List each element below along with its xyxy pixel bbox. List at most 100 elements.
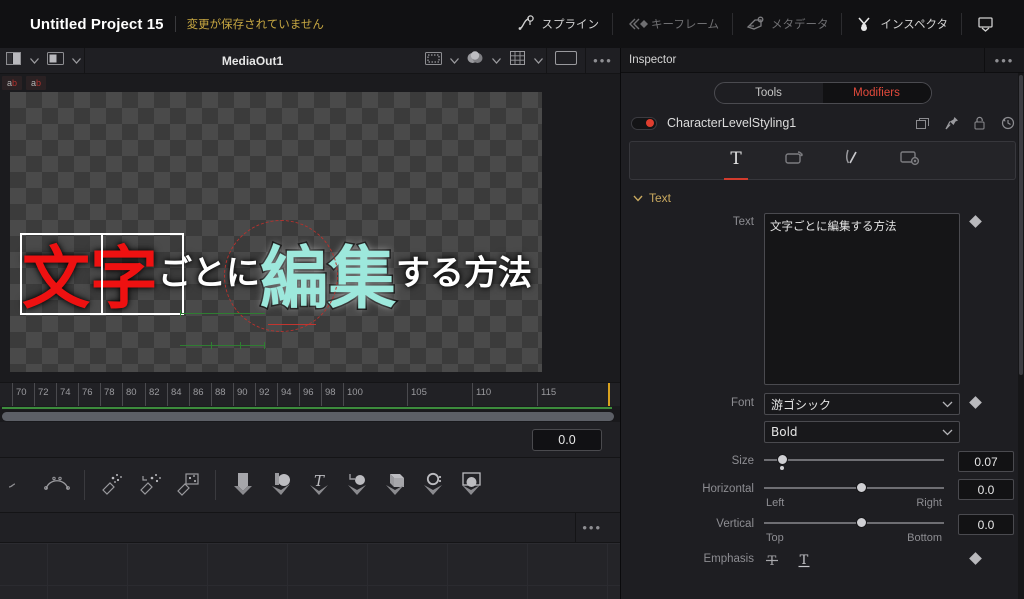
topbar-label-spline: スプライン — [541, 19, 600, 31]
split-view-button[interactable] — [0, 48, 26, 74]
roi-button[interactable] — [420, 48, 446, 74]
size-row: Size 0.07 — [621, 451, 1024, 472]
toolstrip-text3d-button[interactable]: T — [300, 462, 338, 508]
ruler-tick: 86 — [189, 383, 204, 406]
text-input[interactable]: 文字ごとに編集する方法 — [764, 213, 960, 385]
inspector-scrollbar-thumb[interactable] — [1019, 75, 1023, 375]
horizontal-label: Horizontal — [702, 483, 754, 495]
toolstrip-renderer3d-button[interactable] — [452, 462, 490, 508]
tab-tools[interactable]: Tools — [715, 83, 823, 103]
roi-dropdown[interactable] — [446, 48, 462, 74]
topbar-button-inspector[interactable]: インスペクタ — [842, 8, 961, 40]
inspector-more-options-button[interactable]: ••• — [984, 47, 1024, 73]
vertical-row: Vertical Top Bottom 0.0 — [621, 514, 1024, 544]
text-field-row: Text 文字ごとに編集する方法 — [621, 213, 1024, 385]
horizontal-slider-col: Left Right — [764, 480, 944, 509]
shading-tab-button[interactable] — [835, 142, 869, 180]
timeline-horizontal-scrollbar[interactable] — [0, 410, 620, 422]
font-keyframe-diamond[interactable] — [969, 396, 982, 409]
size-slider-track — [764, 459, 944, 461]
toolstrip-arch-button[interactable] — [38, 462, 76, 508]
vertical-value-field[interactable]: 0.0 — [958, 514, 1014, 535]
grid-button[interactable] — [504, 48, 530, 74]
size-value-field[interactable]: 0.07 — [958, 451, 1014, 472]
center-crosshair — [268, 324, 316, 325]
underline-icon[interactable]: T — [796, 552, 812, 568]
toolstrip-particle-emitter-button[interactable] — [93, 462, 131, 508]
viewer-chip-a[interactable]: ab — [2, 76, 22, 90]
timeline-ruler[interactable]: 70 72 74 76 78 80 82 84 86 88 90 92 94 9… — [0, 382, 620, 406]
more-options-icon: ••• — [593, 53, 613, 68]
pip-view-dropdown[interactable] — [68, 48, 84, 74]
inspector-scrollbar[interactable] — [1018, 73, 1024, 599]
fit-button[interactable] — [547, 48, 585, 74]
strikethrough-icon[interactable]: T — [764, 552, 780, 568]
keyframe-icon — [626, 15, 649, 33]
toolstrip-shape3d-button[interactable] — [224, 462, 262, 508]
more-options-icon[interactable]: ••• — [582, 521, 602, 534]
pin-icon[interactable] — [943, 115, 960, 132]
size-slider[interactable] — [764, 452, 944, 470]
toolstrip-particle-spawn-button[interactable] — [131, 462, 169, 508]
toolstrip-cube3d-button[interactable] — [376, 462, 414, 508]
text-keyframe-diamond[interactable] — [969, 215, 982, 228]
toolstrip-particle-render-button[interactable] — [169, 462, 207, 508]
toolstrip-camera3d-button[interactable] — [414, 462, 452, 508]
scrollbar-thumb[interactable] — [2, 411, 614, 421]
font-field-row: Font 游ゴシック — [621, 393, 1024, 415]
baseline-guide-bottom — [180, 345, 265, 346]
tab-modifiers[interactable]: Modifiers — [822, 83, 931, 103]
duplicate-icon[interactable] — [915, 115, 932, 132]
lock-icon[interactable] — [971, 115, 988, 132]
emphasis-keyframe-diamond[interactable] — [969, 552, 982, 565]
topbar-label-inspector: インスペクタ — [880, 19, 948, 31]
settings-tab-button[interactable] — [893, 142, 927, 180]
horizontal-slider-track — [764, 487, 944, 489]
horizontal-slider-knob[interactable] — [856, 482, 867, 493]
topbar-button-keyframe[interactable]: キーフレーム — [613, 8, 732, 40]
current-time-field[interactable]: 0.0 — [532, 429, 602, 451]
color-channels-dropdown[interactable] — [488, 48, 504, 74]
horizontal-value-field[interactable]: 0.0 — [958, 479, 1014, 500]
topbar-button-spline[interactable]: スプライン — [504, 8, 613, 40]
emphasis-label: Emphasis — [703, 553, 755, 565]
pip-view-button[interactable] — [42, 48, 68, 74]
spline-icon — [517, 15, 537, 33]
toolstrip-transform3d-button[interactable] — [338, 462, 376, 508]
text-tab-button[interactable]: T — [719, 142, 753, 180]
text-section-header[interactable]: Text — [621, 180, 1024, 213]
text-segment-red: 文字 — [22, 240, 159, 319]
viewer-canvas[interactable]: 文字ごとに編集する方法 — [0, 92, 620, 382]
ruler-tick: 78 — [100, 383, 115, 406]
font-style-dropdown[interactable]: Bold — [764, 421, 960, 443]
playhead[interactable] — [608, 383, 610, 406]
layout-tab-button[interactable] — [777, 142, 811, 180]
split-view-dropdown[interactable] — [26, 48, 42, 74]
guide-tick-1 — [180, 310, 181, 317]
size-slider-knob[interactable] — [777, 454, 788, 465]
topbar-button-metadata[interactable]: メタデータ — [733, 8, 842, 40]
viewer-chip-b[interactable]: ab — [26, 76, 46, 90]
topbar-button-panel-toggle[interactable] — [962, 8, 1008, 40]
shape3d-icon — [230, 470, 256, 501]
inspector-header: Inspector ••• — [621, 47, 1024, 73]
svg-text:T: T — [314, 472, 325, 490]
reset-icon[interactable] — [999, 115, 1016, 132]
node-graph-canvas[interactable] — [0, 543, 620, 599]
vertical-slider-knob[interactable] — [856, 517, 867, 528]
toolstrip-curve-button[interactable] — [0, 462, 38, 508]
inspector-tabs-wrapper: Tools Modifiers — [621, 73, 1024, 110]
horizontal-slider[interactable] — [764, 480, 944, 496]
canvas-left-gutter — [0, 92, 10, 382]
color-channels-button[interactable] — [462, 48, 488, 74]
viewer-more-options-button[interactable]: ••• — [586, 48, 620, 74]
toolstrip-shapes3d-button[interactable] — [262, 462, 300, 508]
vertical-slider[interactable] — [764, 515, 944, 531]
font-dropdown[interactable]: 游ゴシック — [764, 393, 960, 415]
grid-dropdown[interactable] — [530, 48, 546, 74]
modifier-enable-toggle[interactable] — [631, 116, 657, 130]
modifier-tool-tabs: T — [629, 141, 1016, 180]
inspector-title: Inspector — [629, 54, 677, 66]
ruler-tick: 100 — [343, 383, 363, 406]
viewer-toolbar: MediaOut1 ••• — [0, 47, 620, 74]
